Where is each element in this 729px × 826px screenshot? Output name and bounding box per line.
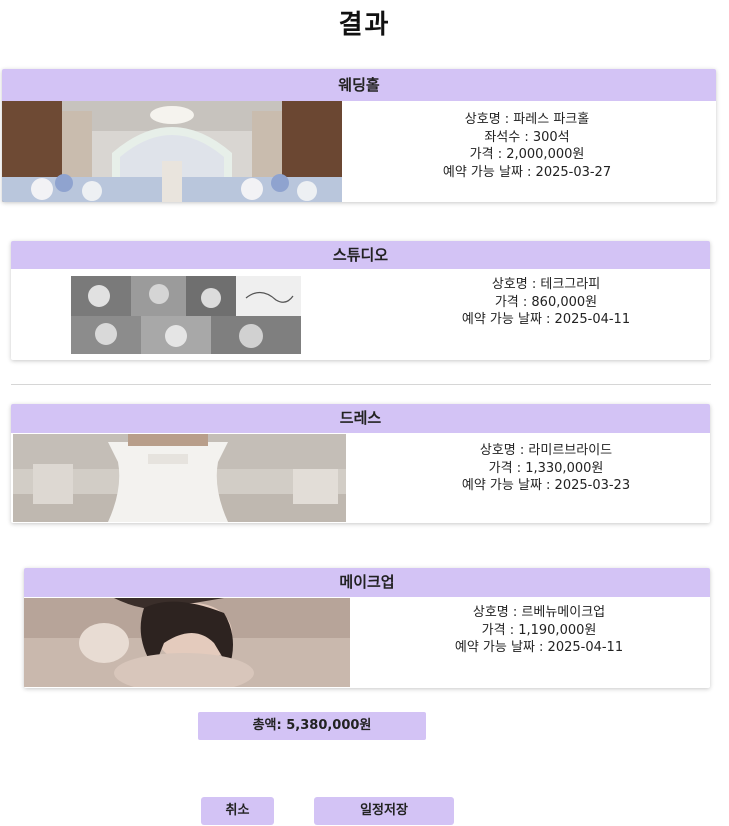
- makeup-header: 메이크업: [24, 568, 710, 597]
- makeup-date: 예약 가능 날짜 : 2025-04-11: [454, 640, 624, 655]
- wedding-hall-info: 상호명 : 파레스 파크홀 좌석수 : 300석 가격 : 2,000,000원…: [382, 111, 672, 181]
- studio-info: 상호명 : 테크그라피 가격 : 860,000원 예약 가능 날짜 : 202…: [401, 276, 691, 329]
- wedding-hall-price: 가격 : 2,000,000원: [469, 147, 585, 162]
- wedding-hall-photo: [2, 101, 342, 202]
- dress-price: 가격 : 1,330,000원: [488, 460, 604, 476]
- total-amount: 총액: 5,380,000원: [198, 712, 426, 740]
- makeup-photo: [24, 598, 350, 687]
- studio-price: 가격 : 860,000원: [494, 294, 598, 310]
- wedding-hall-seats: 좌석수 : 300석: [484, 129, 570, 145]
- studio-photo: [71, 276, 301, 354]
- dress-header: 드레스: [11, 404, 710, 433]
- studio-name: 상호명 : 테크그라피: [491, 277, 601, 292]
- cancel-button[interactable]: 취소: [201, 797, 274, 825]
- makeup-info: 상호명 : 르베뉴메이크업 가격 : 1,190,000원 예약 가능 날짜 :…: [394, 604, 684, 657]
- dress-name: 상호명 : 라미르브라이드: [479, 443, 613, 458]
- wedding-hall-card: 웨딩홀 상호명 : 파레스 파크홀 좌석수: 300석 가격: 2,000,…: [2, 69, 716, 202]
- wedding-hall-date: 예약 가능 날짜 : 2025-03-27: [442, 164, 612, 180]
- studio-header: 스튜디오: [11, 241, 710, 269]
- divider: [11, 384, 711, 385]
- dress-card: 드레스 상호명 : 라미르브라이드 가격 : 1,330,000원 예약 가능 …: [11, 404, 710, 523]
- makeup-card: 메이크업 상호명 : 르베뉴메이크업 가격 : 1,190,000원 예약 가능…: [24, 568, 710, 688]
- makeup-name: 상호명 : 르베뉴메이크업: [472, 605, 606, 620]
- studio-date: 예약 가능 날짜 : 2025-04-11: [461, 312, 631, 327]
- page-title: 결과: [338, 10, 391, 40]
- wedding-hall-name: 상호명 : 파레스 파크홀: [464, 112, 590, 127]
- studio-card: 스튜디오 상호명 : 테크그라피 가격 : 860,000원 예약 가능 날짜 …: [11, 241, 710, 360]
- dress-photo: [13, 434, 346, 522]
- dress-info: 상호명 : 라미르브라이드 가격 : 1,330,000원 예약 가능 날짜 :…: [401, 442, 691, 495]
- dress-date: 예약 가능 날짜 : 2025-03-23: [461, 478, 631, 493]
- save-schedule-button[interactable]: 일정저장: [314, 797, 454, 825]
- makeup-price: 가격 : 1,190,000원: [481, 622, 597, 638]
- wedding-hall-header: 웨딩홀: [2, 69, 716, 101]
